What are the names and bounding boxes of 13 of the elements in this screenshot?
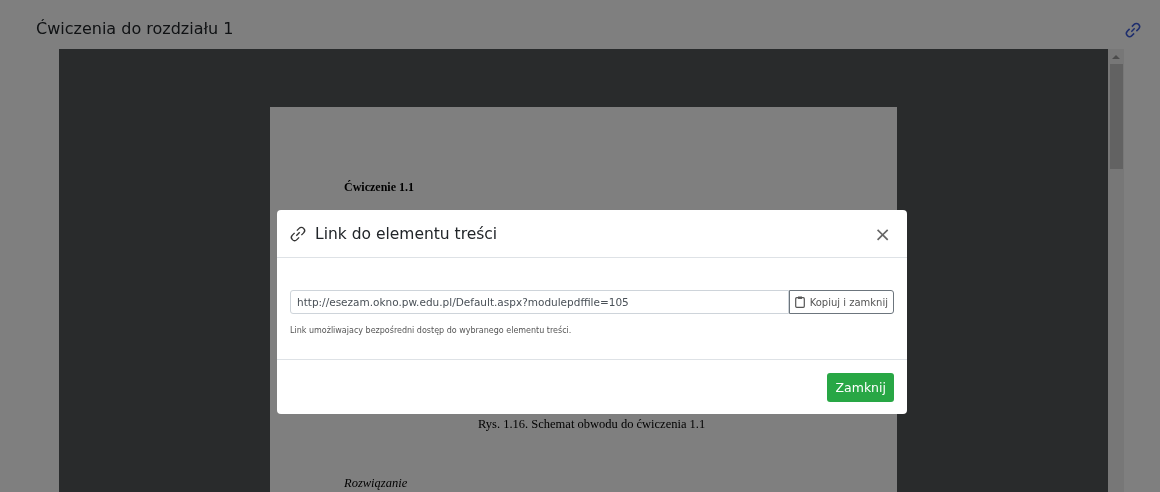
copy-button[interactable]: Kopiuj i zamknij — [788, 290, 894, 314]
help-text: Link umożliwajacy bezpośredni dostęp do wybranego elementu treści. — [290, 326, 573, 335]
panel-title: Ćwiczenia do rozdziału 1 — [36, 18, 234, 38]
dialog-title: Link do elementu treści — [315, 224, 499, 243]
link-icon — [289, 224, 307, 243]
exercise-heading: Ćwiczenie 1.1 — [344, 180, 415, 195]
clipboard-icon — [794, 296, 805, 308]
close-button[interactable]: × — [872, 223, 893, 244]
scrollbar[interactable] — [1108, 49, 1124, 492]
link-icon[interactable] — [1124, 21, 1142, 39]
section-heading: Rozwiązanie — [344, 476, 409, 491]
url-field[interactable]: http://esezam.okno.pw.edu.pl/Default.aspx?modulepdffile=105 — [290, 290, 789, 314]
figure-caption: Rys. 1.16. Schemat obwodu do ćwiczenia 1.1 — [478, 417, 707, 432]
